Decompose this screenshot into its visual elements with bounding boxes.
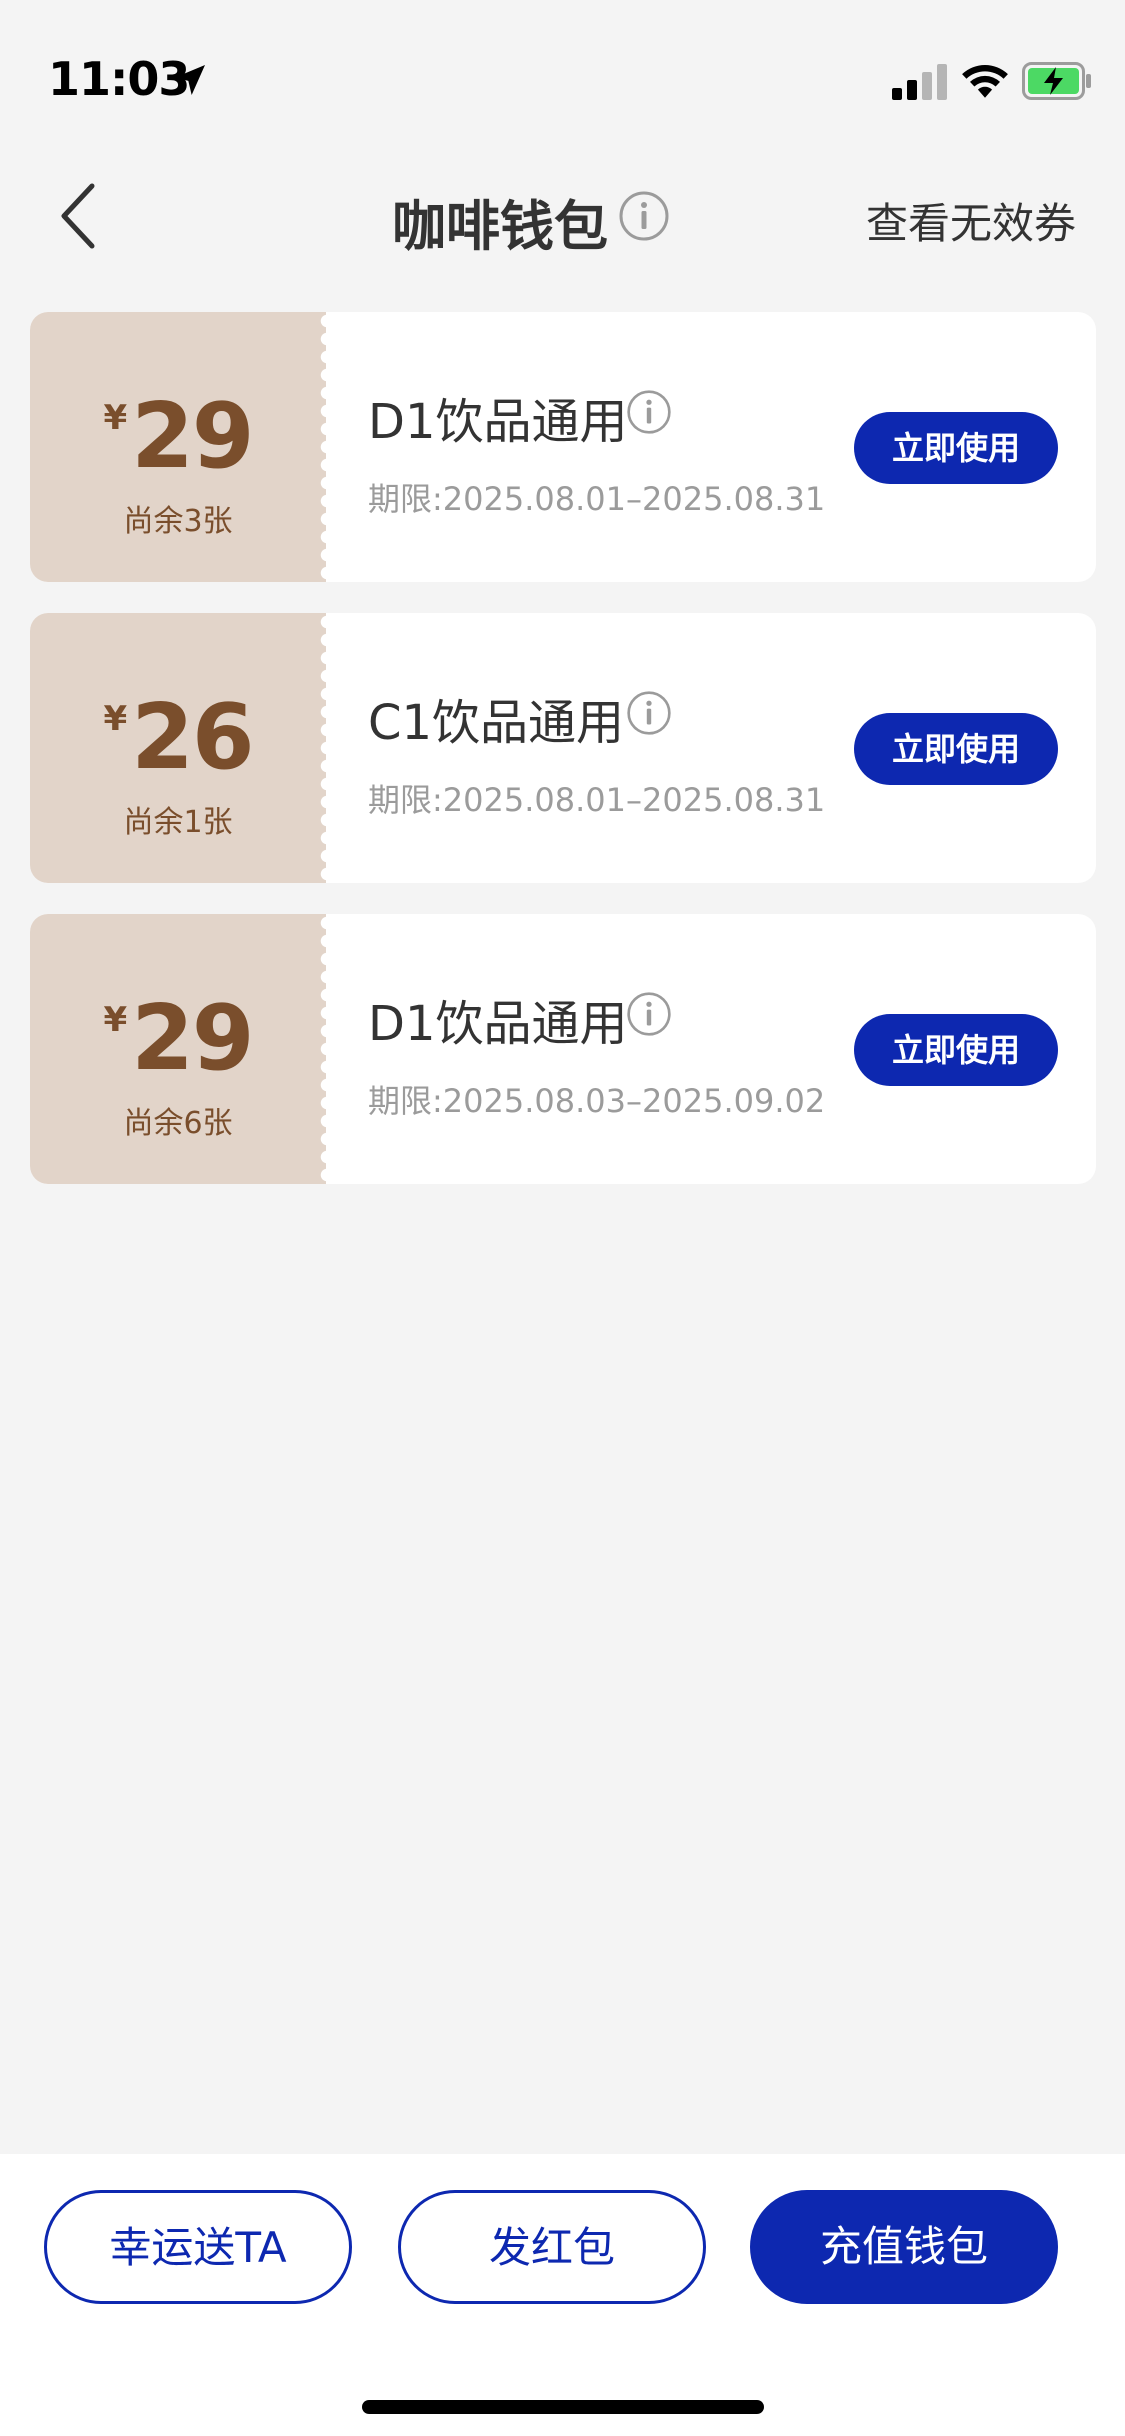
coupon-amount: 29 [131,986,254,1091]
currency-symbol: ¥ [103,699,128,739]
back-chevron-icon[interactable] [56,180,106,252]
nav-bar: 咖啡钱包 查看无效券 [0,160,1125,270]
bottom-action-bar: 幸运送TA 发红包 充值钱包 [0,2154,1125,2436]
coupon-price: ¥29 [30,986,326,1091]
info-icon[interactable] [618,190,670,242]
home-indicator [362,2400,764,2414]
recharge-wallet-button[interactable]: 充值钱包 [750,2190,1058,2304]
red-packet-button[interactable]: 发红包 [398,2190,706,2304]
use-now-button[interactable]: 立即使用 [854,1014,1058,1086]
coupon-card: ¥26 尚余1张 C1饮品通用 期限:2025.08.01–2025.08.31… [30,613,1096,883]
use-now-button[interactable]: 立即使用 [854,713,1058,785]
currency-symbol: ¥ [103,1000,128,1040]
page-title: 咖啡钱包 [392,195,608,258]
coupon-name: C1饮品通用 [368,695,625,751]
battery-charging-icon [1022,62,1091,100]
coupon-card: ¥29 尚余3张 D1饮品通用 期限:2025.08.01–2025.08.31… [30,312,1096,582]
coupon-validity: 期限:2025.08.01–2025.08.31 [368,781,826,819]
coupon-stub: ¥29 尚余6张 [30,914,327,1184]
coupon-remaining: 尚余1张 [123,805,233,840]
coupon-remaining: 尚余6张 [123,1106,233,1141]
coupon-validity: 期限:2025.08.03–2025.09.02 [368,1082,826,1120]
wifi-icon [962,65,1008,98]
coupon-remaining: 尚余3张 [123,504,233,539]
status-time: 11:03 [48,52,190,106]
cellular-signal-icon [892,64,947,100]
info-icon[interactable] [626,690,672,736]
use-now-button[interactable]: 立即使用 [854,412,1058,484]
info-icon[interactable] [626,389,672,435]
currency-symbol: ¥ [103,398,128,438]
coupon-card: ¥29 尚余6张 D1饮品通用 期限:2025.08.03–2025.09.02… [30,914,1096,1184]
coupon-list: ¥29 尚余3张 D1饮品通用 期限:2025.08.01–2025.08.31… [30,312,1096,1215]
location-arrow-icon [175,65,205,95]
status-bar: 11:03 [0,0,1125,140]
coupon-stub: ¥26 尚余1张 [30,613,327,883]
coupon-stub: ¥29 尚余3张 [30,312,327,582]
coupon-price: ¥29 [30,384,326,489]
coupon-validity: 期限:2025.08.01–2025.08.31 [368,480,826,518]
coupon-amount: 29 [131,384,254,489]
coupon-name: D1饮品通用 [368,394,628,450]
view-invalid-coupons-link[interactable]: 查看无效券 [866,190,1076,251]
coupon-name: D1饮品通用 [368,996,628,1052]
coupon-amount: 26 [131,685,254,790]
lucky-gift-button[interactable]: 幸运送TA [44,2190,352,2304]
info-icon[interactable] [626,991,672,1037]
coupon-price: ¥26 [30,685,326,790]
